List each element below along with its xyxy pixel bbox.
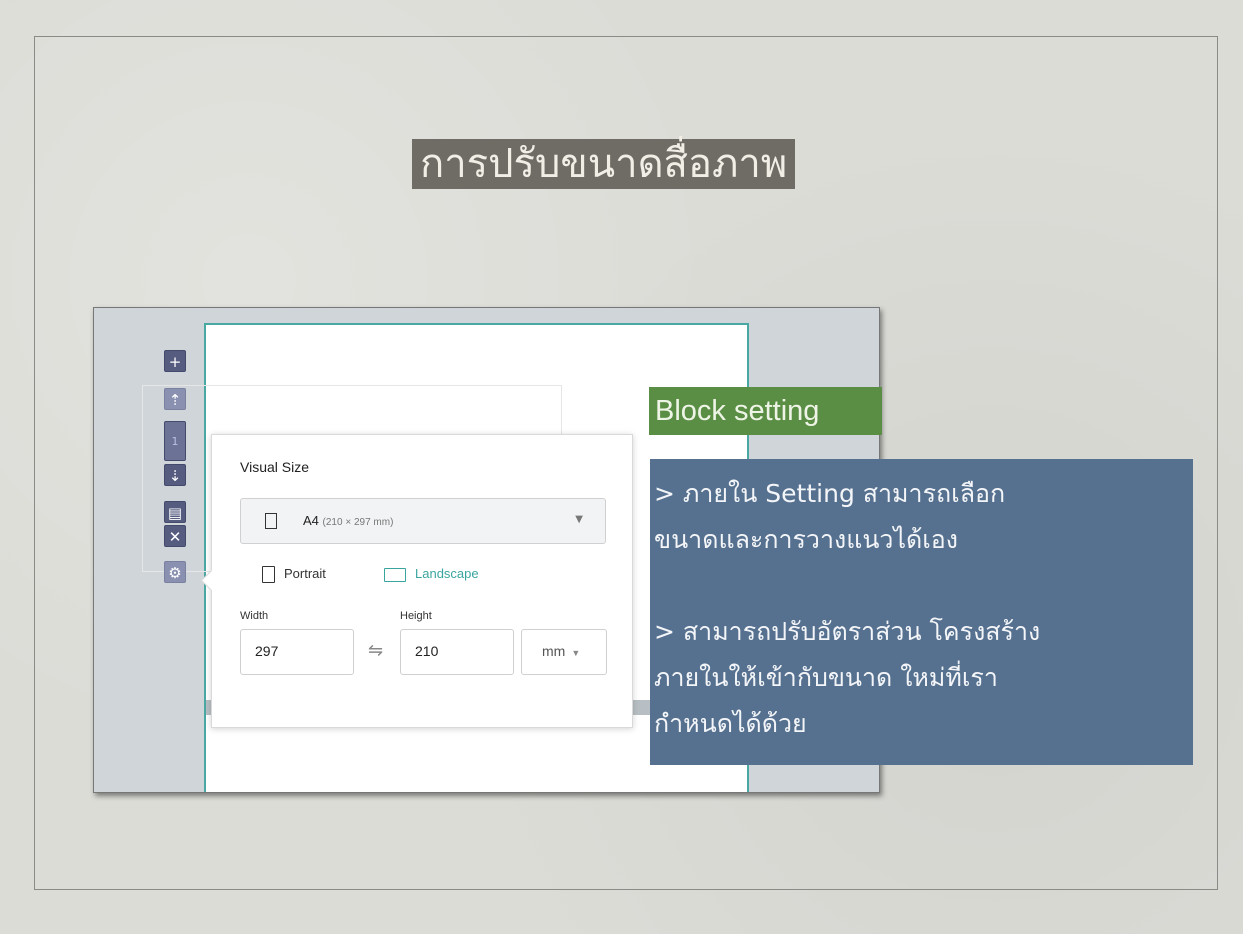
portrait-option[interactable]: Portrait bbox=[284, 566, 326, 581]
chevron-down-icon: ▼ bbox=[575, 514, 583, 525]
height-label: Height bbox=[400, 610, 432, 622]
block-number: 1 bbox=[164, 421, 186, 461]
delete-block-button[interactable]: ✕ bbox=[164, 525, 186, 547]
landscape-icon bbox=[384, 568, 406, 582]
arrow-down-icon: ⇣ bbox=[168, 467, 182, 485]
description-line: > สามารถปรับอัตราส่วน โครงสร้าง bbox=[654, 617, 1041, 646]
move-down-button[interactable]: ⇣ bbox=[164, 464, 186, 486]
page-icon bbox=[265, 513, 277, 529]
layout-button[interactable]: ▤ bbox=[164, 501, 186, 523]
block-setting-label: Block setting bbox=[649, 387, 882, 435]
arrow-up-icon: ⇡ bbox=[168, 391, 182, 409]
plus-icon: + bbox=[168, 353, 182, 371]
landscape-option[interactable]: Landscape bbox=[415, 566, 479, 581]
unit-select[interactable]: mm ▼ bbox=[521, 629, 607, 675]
settings-button[interactable]: ⚙ bbox=[164, 561, 186, 583]
popup-title: Visual Size bbox=[240, 459, 310, 475]
slide-title: การปรับขนาดสื่อภาพ bbox=[412, 139, 796, 189]
portrait-icon bbox=[262, 566, 275, 583]
visual-size-popup: Visual Size A4 (210 × 297 mm) ▼ Portrait… bbox=[211, 434, 633, 728]
size-value: A4 bbox=[303, 513, 319, 528]
size-dimensions: (210 × 297 mm) bbox=[322, 517, 394, 528]
description-line: ขนาดและการวางแนวได้เอง bbox=[654, 525, 959, 554]
height-input[interactable]: 210 bbox=[400, 629, 514, 675]
add-block-button[interactable]: + bbox=[164, 350, 186, 372]
size-select-value: A4 (210 × 297 mm) bbox=[303, 513, 393, 528]
size-select[interactable]: A4 (210 × 297 mm) ▼ bbox=[240, 498, 606, 544]
unit-value: mm bbox=[542, 643, 566, 659]
move-up-button[interactable]: ⇡ bbox=[164, 388, 186, 410]
width-label: Width bbox=[240, 610, 269, 622]
swap-dimensions-icon[interactable]: ⇋ bbox=[368, 640, 383, 661]
layout-icon: ▤ bbox=[167, 504, 183, 522]
chevron-down-icon: ▼ bbox=[571, 648, 581, 658]
width-input[interactable]: 297 bbox=[240, 629, 354, 675]
gear-icon: ⚙ bbox=[168, 564, 182, 582]
close-icon: ✕ bbox=[168, 528, 182, 546]
description-box: > ภายใน Setting สามารถเลือก ขนาดและการวา… bbox=[650, 459, 1193, 765]
description-line: กำหนดได้ด้วย bbox=[654, 709, 807, 738]
description-line: > ภายใน Setting สามารถเลือก bbox=[654, 479, 1006, 508]
description-line: ภายในให้เข้ากับขนาด ใหม่ที่เรา bbox=[654, 663, 998, 692]
